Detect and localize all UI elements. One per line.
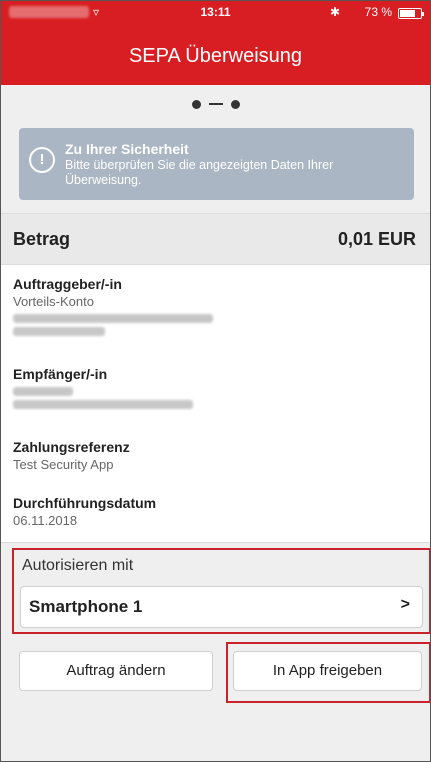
authorize-label: Autorisieren mit [22, 557, 134, 574]
execution-date-label: Durchführungsdatum [13, 495, 157, 511]
reference-value: Test Security App [13, 457, 114, 472]
reference-label: Zahlungsreferenz [13, 439, 130, 455]
battery-icon [398, 8, 424, 19]
step-dot-2 [230, 99, 240, 109]
sender-iban-redacted [13, 314, 213, 323]
authorize-device-select[interactable]: Smartphone 1 > [20, 586, 423, 628]
chevron-right-icon: > [400, 596, 410, 613]
step-indicator [1, 93, 430, 115]
execution-date-field: Durchführungsdatum 06.11.2018 [13, 494, 413, 529]
authorize-device-name: Smartphone 1 [29, 597, 143, 616]
sender-label: Auftraggeber/-in [13, 276, 122, 292]
execution-date-value: 06.11.2018 [13, 513, 78, 528]
info-title: Zu Ihrer Sicherheit [65, 141, 189, 157]
battery-percent: 73 % [364, 5, 392, 19]
app-header: ▿ 13:11 ✱ 73 % SEPA Überweisung [1, 1, 430, 85]
amount-label: Betrag [13, 229, 71, 249]
step-dot-1 [191, 99, 201, 109]
security-info-box: ! Zu Ihrer Sicherheit Bitte überprüfen S… [19, 128, 414, 200]
bluetooth-icon: ✱ [329, 5, 340, 19]
recipient-name-redacted [13, 387, 73, 396]
amount-row: Betrag 0,01 EUR [1, 213, 430, 265]
authorize-section: Autorisieren mit Smartphone 1 > [12, 548, 430, 634]
reference-field: Zahlungsreferenz Test Security App [13, 438, 413, 473]
recipient-iban-redacted [13, 400, 193, 409]
step-connector [208, 103, 223, 105]
page-title: SEPA Überweisung [128, 45, 303, 67]
sender-value: Vorteils-Konto [13, 294, 94, 309]
exclamation-circle-icon: ! [29, 147, 55, 173]
info-text: Bitte überprüfen Sie die angezeigten Dat… [65, 158, 334, 187]
app-screen: ▿ 13:11 ✱ 73 % SEPA Überweisung ! Zu Ihr… [0, 0, 431, 762]
sender-bic-redacted [13, 327, 105, 336]
recipient-label: Empfänger/-in [13, 366, 108, 382]
amount-value: 0,01 EUR [337, 229, 416, 249]
change-order-button[interactable]: Auftrag ändern [19, 651, 213, 691]
release-in-app-button[interactable]: In App freigeben [233, 651, 422, 691]
sender-field: Auftraggeber/-in Vorteils-Konto [13, 275, 413, 340]
status-bar: ▿ 13:11 ✱ 73 % [1, 5, 430, 25]
recipient-field: Empfänger/-in [13, 365, 413, 413]
